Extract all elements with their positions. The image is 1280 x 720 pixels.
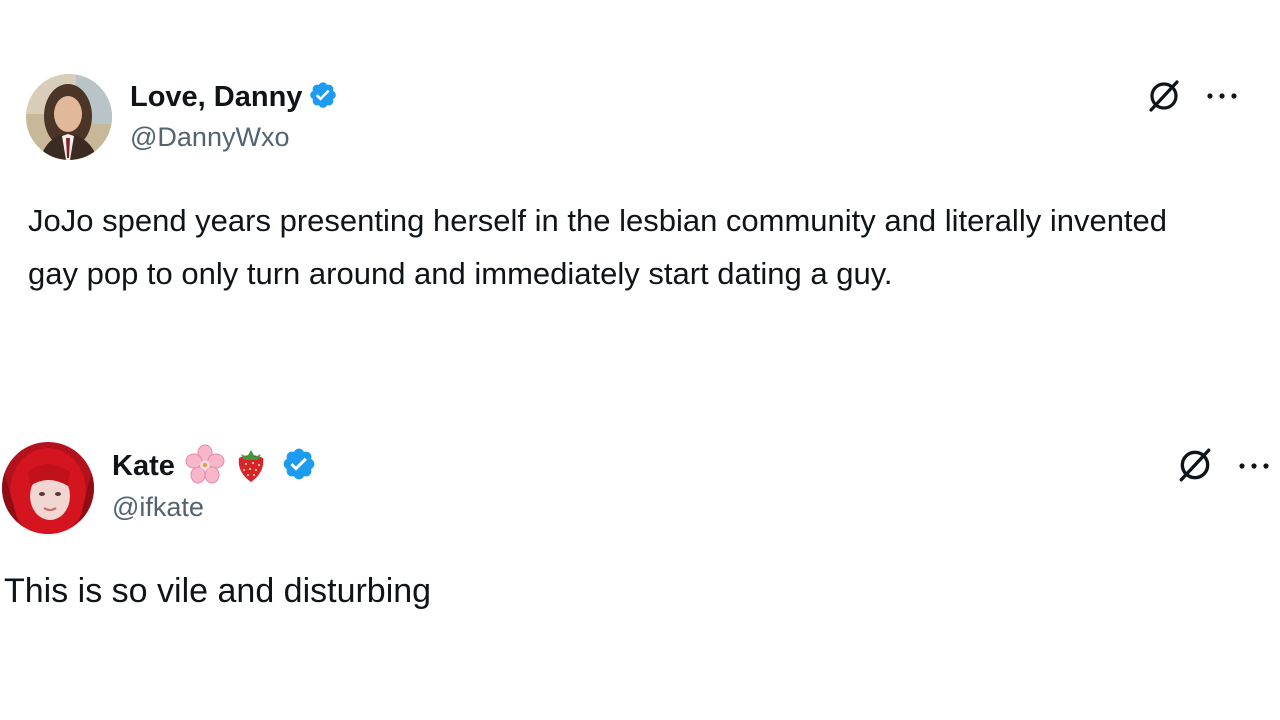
author-name-row: Kate <box>112 444 317 489</box>
tweet-2[interactable]: Kate @ifkate This is so vile and disturb… <box>0 400 1280 720</box>
verified-badge-icon <box>281 446 317 487</box>
display-name[interactable]: Love, Danny <box>130 81 302 114</box>
more-icon[interactable] <box>1236 458 1272 474</box>
author-handle[interactable]: @DannyWxo <box>130 122 289 153</box>
tweet-text: JoJo spend years presenting herself in t… <box>28 203 1168 291</box>
avatar-image <box>26 74 112 160</box>
avatar[interactable] <box>26 74 112 160</box>
display-name[interactable]: Kate <box>112 450 175 483</box>
verified-badge-icon <box>308 80 338 115</box>
cherry-blossom-icon <box>185 444 225 489</box>
strawberry-icon <box>231 444 271 489</box>
tweet-1[interactable]: Love, Danny @DannyWxo JoJo spend years p… <box>0 0 1280 380</box>
avatar[interactable] <box>2 442 94 534</box>
grok-icon[interactable] <box>1176 446 1214 484</box>
more-icon[interactable] <box>1204 88 1240 104</box>
avatar-image <box>2 442 94 534</box>
author-handle[interactable]: @ifkate <box>112 492 204 523</box>
grok-icon[interactable] <box>1146 78 1182 114</box>
tweet-text: This is so vile and disturbing <box>4 572 432 610</box>
author-name-row: Love, Danny <box>130 80 338 114</box>
